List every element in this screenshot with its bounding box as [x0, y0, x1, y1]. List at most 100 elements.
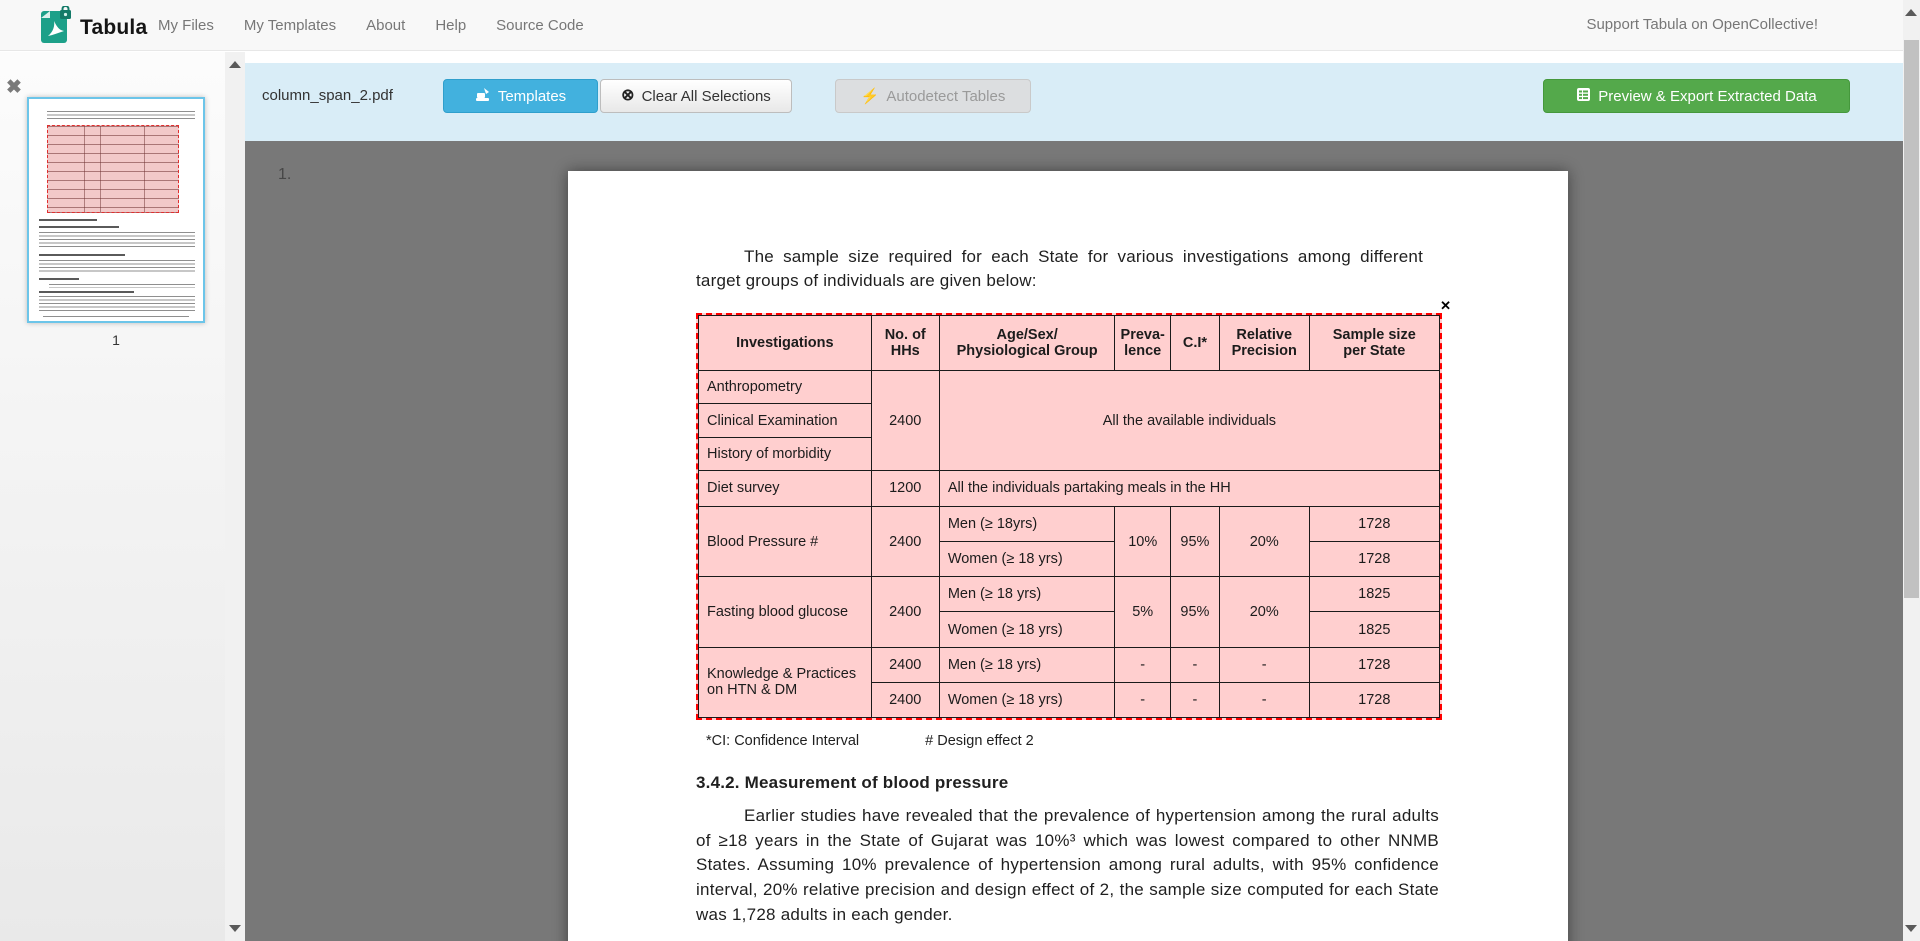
scroll-down-icon[interactable] [1905, 925, 1917, 932]
table-cell: Diet survey [699, 470, 872, 506]
thumbnail-sidebar: ✖ 1 [0, 52, 225, 941]
table-cell: Women (≥ 18 yrs) [939, 542, 1115, 577]
table-cell: Men (≥ 18yrs) [939, 506, 1115, 541]
pdf-page[interactable]: The sample size required for each State … [568, 171, 1568, 941]
thumbnail-selection-box [47, 125, 179, 213]
brand[interactable]: Tabula [40, 6, 147, 49]
table-cell: - [1219, 647, 1309, 682]
autodetect-tables-button: ⚡ Autodetect Tables [835, 79, 1031, 113]
clear-all-selections-button[interactable]: ⊗ Clear All Selections [600, 79, 792, 113]
scroll-down-icon[interactable] [229, 925, 241, 932]
thumb-text-lines [47, 111, 195, 119]
sample-size-table: InvestigationsNo. of HHsAge/Sex/ Physiol… [698, 315, 1440, 718]
remove-file-icon[interactable]: ✖ [6, 78, 22, 97]
table-row: Anthropometry2400All the available indiv… [699, 371, 1440, 404]
preview-export-button[interactable]: Preview & Export Extracted Data [1543, 79, 1850, 113]
table-cell: 1825 [1309, 577, 1439, 612]
table-cell: Knowledge & Practices on HTN & DM [699, 647, 872, 717]
toolbar: column_span_2.pdf Templates ⊗ Clear All … [245, 63, 1903, 141]
clear-button-label: Clear All Selections [642, 88, 771, 105]
table-cell: 95% [1170, 577, 1219, 647]
table-cell: 20% [1219, 577, 1309, 647]
table-cell: 2400 [871, 371, 939, 470]
table-header-cell: Preva- lence [1115, 316, 1171, 371]
table-cell: 5% [1115, 577, 1171, 647]
table-cell: - [1170, 682, 1219, 717]
table-cell: Women (≥ 18 yrs) [939, 682, 1115, 717]
thumb-text-lines [39, 232, 195, 249]
table-cell: 1825 [1309, 612, 1439, 647]
nav-item-my-templates[interactable]: My Templates [229, 17, 351, 34]
document-canvas: 1. The sample size required for each Sta… [245, 141, 1903, 941]
table-cell: - [1170, 647, 1219, 682]
thumb-heading-bar [39, 291, 134, 293]
table-header-row: InvestigationsNo. of HHsAge/Sex/ Physiol… [699, 316, 1440, 371]
thumb-heading-bar [39, 219, 97, 221]
nav-item-about[interactable]: About [351, 17, 420, 34]
table-cell: 1728 [1309, 542, 1439, 577]
scroll-up-icon[interactable] [1905, 9, 1917, 16]
table-header-cell: Relative Precision [1219, 316, 1309, 371]
nav-item-source-code[interactable]: Source Code [481, 17, 599, 34]
table-cell: 2400 [871, 682, 939, 717]
table-row: Blood Pressure #2400Men (≥ 18yrs)10%95%2… [699, 506, 1440, 541]
scrollbar-thumb[interactable] [1904, 40, 1919, 598]
autodetect-button-label: Autodetect Tables [886, 88, 1005, 105]
table-cell: 20% [1219, 506, 1309, 576]
selection-close-icon[interactable]: ✕ [1440, 298, 1451, 314]
table-cell: Men (≥ 18 yrs) [939, 647, 1115, 682]
table-cell: All the available individuals [939, 371, 1439, 470]
table-cell: All the individuals partaking meals in t… [939, 470, 1439, 506]
thumbnail-page-number: 1 [27, 332, 205, 348]
table-cell: History of morbidity [699, 437, 872, 470]
scroll-up-icon[interactable] [229, 61, 241, 68]
table-cell: 2400 [871, 577, 939, 647]
table-cell: 1200 [871, 470, 939, 506]
window-scrollbar[interactable] [1903, 0, 1920, 941]
workspace: column_span_2.pdf Templates ⊗ Clear All … [245, 52, 1903, 941]
table-header-cell: Investigations [699, 316, 872, 371]
export-button-label: Preview & Export Extracted Data [1598, 88, 1816, 105]
table-header-cell: C.I* [1170, 316, 1219, 371]
table-cell: Clinical Examination [699, 404, 872, 437]
table-row: Fasting blood glucose2400Men (≥ 18 yrs)5… [699, 577, 1440, 612]
page-marker: 1. [278, 166, 291, 184]
nav-item-help[interactable]: Help [420, 17, 481, 34]
table-cell: Fasting blood glucose [699, 577, 872, 647]
table-cell: 2400 [871, 506, 939, 576]
template-icon [475, 87, 491, 106]
thumb-heading-bar [39, 254, 125, 256]
footnote-ci: *CI: Confidence Interval [706, 733, 859, 749]
body-paragraph: Earlier studies have revealed that the p… [696, 804, 1439, 928]
lightning-icon: ⚡ [861, 89, 880, 104]
table-cell: 1728 [1309, 506, 1439, 541]
sidebar-scrollbar[interactable] [225, 52, 245, 941]
table-cell: - [1115, 647, 1171, 682]
table-row: Diet survey1200All the individuals parta… [699, 470, 1440, 506]
support-link[interactable]: Support Tabula on OpenCollective! [1586, 16, 1818, 33]
table-cell: Blood Pressure # [699, 506, 872, 576]
templates-button[interactable]: Templates [443, 79, 598, 113]
table-cell: Women (≥ 18 yrs) [939, 612, 1115, 647]
table-cell: - [1219, 682, 1309, 717]
table-cell: 1728 [1309, 682, 1439, 717]
table-row: Knowledge & Practices on HTN & DM2400Men… [699, 647, 1440, 682]
table-header-cell: Age/Sex/ Physiological Group [939, 316, 1115, 371]
thumb-text-lines [39, 296, 195, 313]
nav-item-my-files[interactable]: My Files [143, 17, 229, 34]
table-cell: Men (≥ 18 yrs) [939, 577, 1115, 612]
table-cell: 1728 [1309, 647, 1439, 682]
section-heading: 3.4.2. Measurement of blood pressure [696, 773, 1008, 793]
thumb-text-lines [49, 284, 195, 288]
top-navbar: Tabula My Files My Templates About Help … [0, 0, 1903, 51]
table-footnotes: *CI: Confidence Interval # Design effect… [706, 733, 1034, 749]
thumb-footer-line [43, 316, 189, 318]
table-header-cell: No. of HHs [871, 316, 939, 371]
page-thumbnail[interactable] [27, 97, 205, 323]
table-selection-overlay[interactable]: ✕ InvestigationsNo. of HHsAge/Sex/ Physi… [696, 313, 1442, 720]
tabula-logo-icon [40, 6, 72, 49]
footnote-design-effect: # Design effect 2 [925, 733, 1034, 749]
current-filename: column_span_2.pdf [262, 79, 393, 113]
brand-name: Tabula [80, 16, 147, 40]
clear-circle-icon: ⊗ [621, 88, 634, 104]
